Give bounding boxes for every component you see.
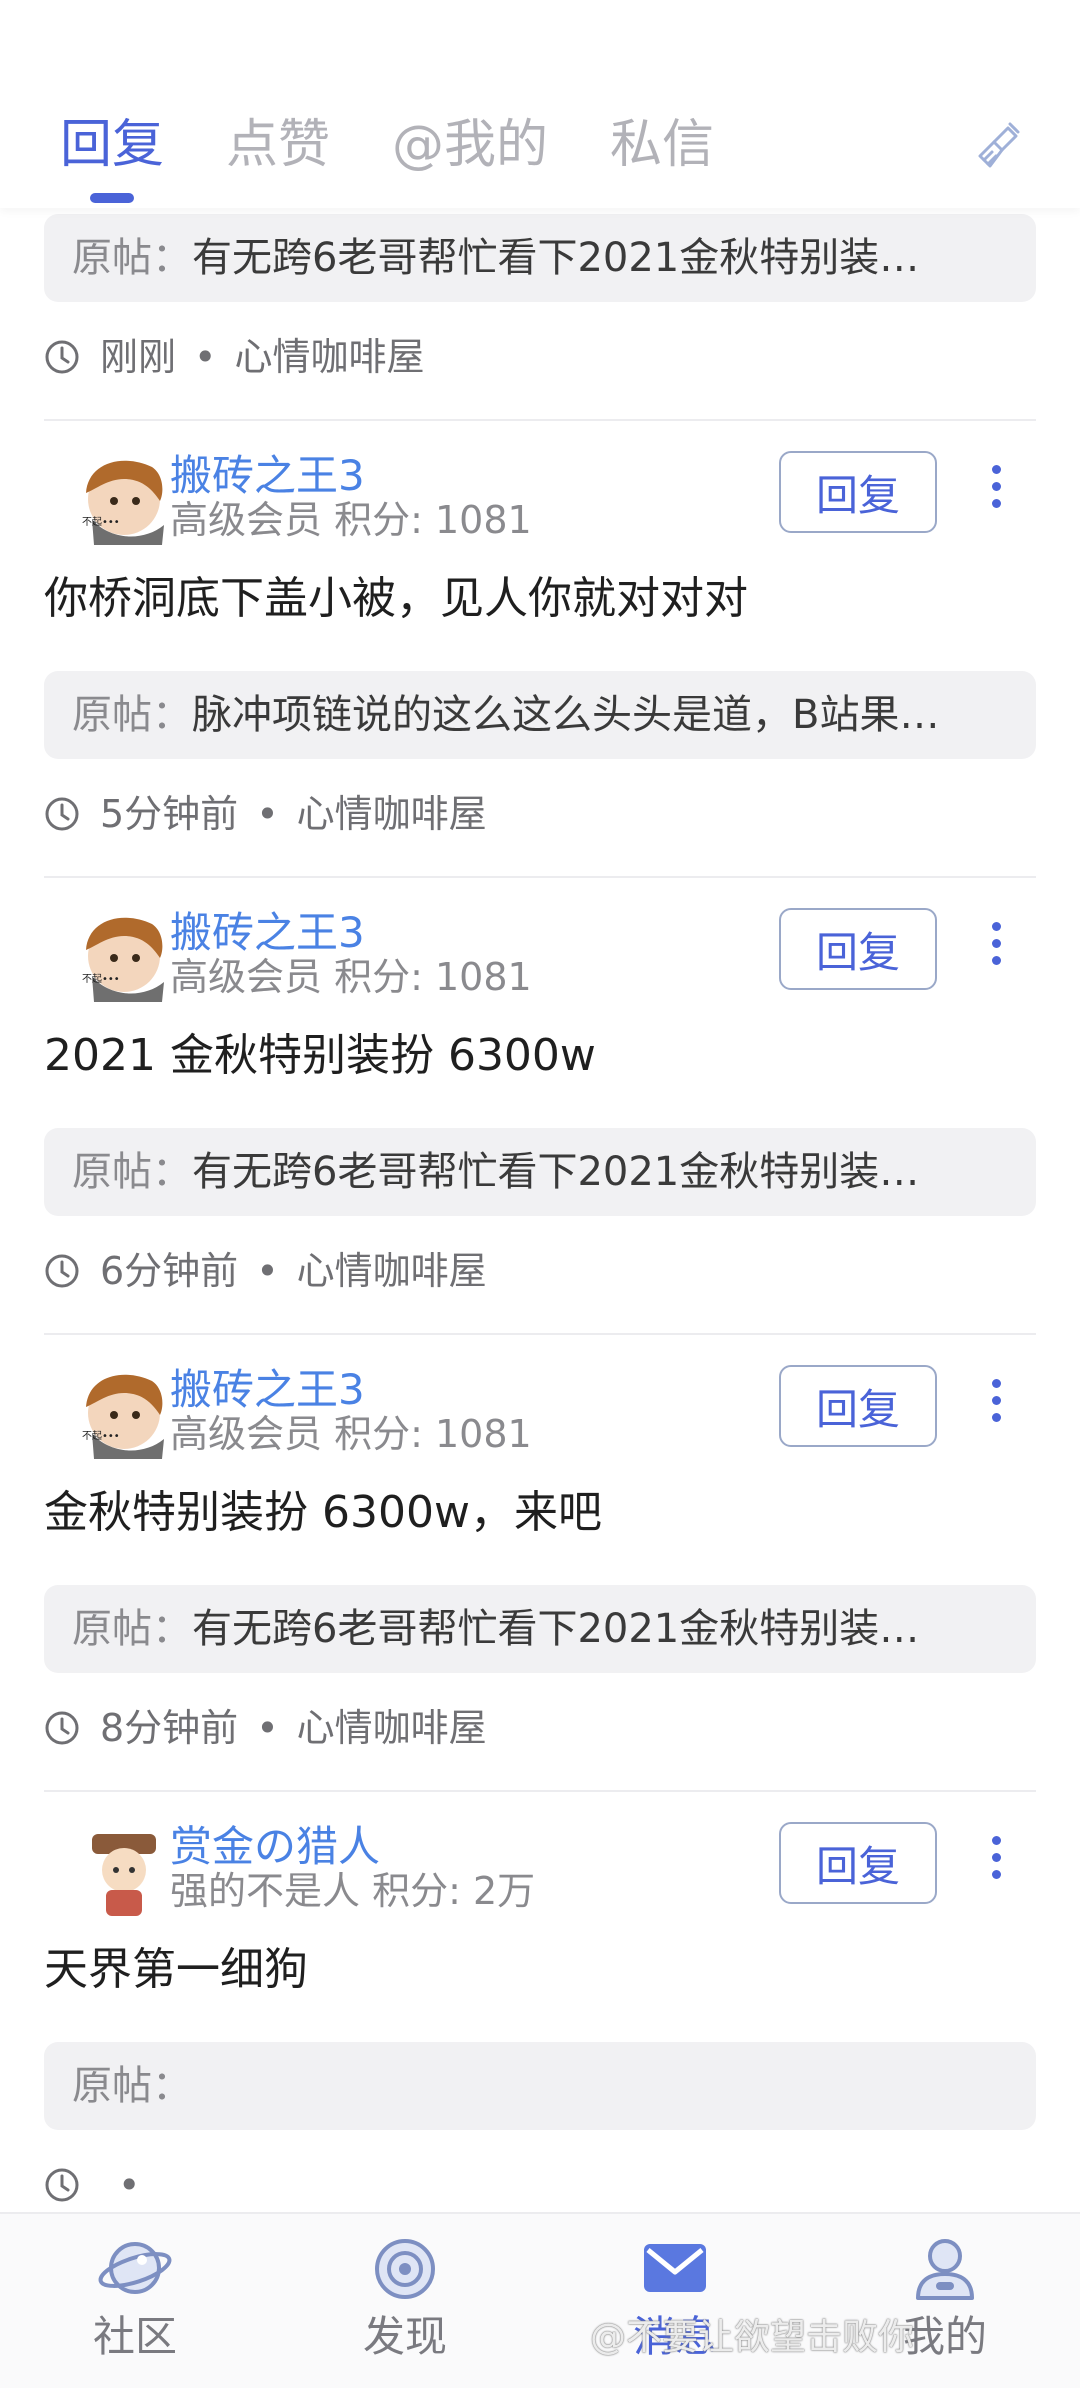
username[interactable]: 搬砖之王3	[170, 908, 365, 958]
username[interactable]: 搬砖之王3	[170, 451, 365, 501]
reply-card[interactable]: 不起••• 搬砖之王3 高级会员 积分: 1081 回复 2021 金秋特别装扮…	[44, 878, 1036, 1335]
nav-profile[interactable]: 我的	[810, 2214, 1080, 2388]
board-name[interactable]: 心情咖啡屋	[234, 334, 424, 380]
watermark: @不要让欲望击败你	[590, 2317, 915, 2358]
svg-text:不起•••: 不起•••	[82, 516, 120, 528]
tab-private-message[interactable]: 私信	[610, 115, 714, 175]
board-name[interactable]: 心情咖啡屋	[297, 1705, 487, 1751]
clock-icon	[45, 797, 79, 831]
reply-time: 8分钟前	[100, 1706, 239, 1750]
reply-card[interactable]: 不起••• 搬砖之王3 高级会员 积分: 1081 回复 金秋特别装扮 6300…	[44, 1335, 1036, 1792]
original-post-quote[interactable]: 原帖：有无跨6老哥帮忙看下2021金秋特别装…	[44, 1585, 1036, 1673]
reply-button[interactable]: 回复	[779, 1365, 937, 1447]
separator-dot: •	[256, 1706, 279, 1750]
clock-icon	[45, 340, 79, 374]
reply-content: 天界第一细狗	[44, 1944, 308, 1995]
reply-feed[interactable]: 不起••• 搬砖之王3 高级会员 积分: 1081 回复 磕个头看看 原帖：有无…	[0, 208, 1080, 2212]
reply-card[interactable]: 不起••• 搬砖之王3 高级会员 积分: 1081 回复 你桥洞底下盖小被，见人…	[44, 421, 1036, 878]
username[interactable]: 赏金の猎人	[170, 1822, 380, 1872]
reply-card[interactable]: 赏金の猎人 强的不是人 积分: 2万 回复 天界第一细狗 原帖： •	[44, 1792, 1036, 2212]
message-tabs: 回复 点赞 @我的 私信	[60, 115, 714, 203]
quote-label: 原帖：	[72, 692, 192, 738]
quote-label: 原帖：	[72, 1606, 192, 1652]
more-options-icon[interactable]	[984, 459, 1008, 523]
user-level: 高级会员 积分: 1081	[170, 498, 532, 542]
reply-meta: 8分钟前 • 心情咖啡屋	[44, 1705, 487, 1751]
tab-mentions[interactable]: @我的	[392, 115, 548, 175]
nav-discover-label: 发现	[362, 2312, 447, 2361]
quote-text: 脉冲项链说的这么这么头头是道，B站果…	[192, 692, 940, 738]
original-post-quote[interactable]: 原帖：	[44, 2042, 1036, 2130]
clock-icon	[45, 2168, 79, 2202]
separator-dot: •	[256, 792, 279, 836]
nav-messages[interactable]: 消息	[540, 2214, 810, 2388]
reply-time: 6分钟前	[100, 1249, 239, 1293]
original-post-quote[interactable]: 原帖：有无跨6老哥帮忙看下2021金秋特别装…	[44, 1128, 1036, 1216]
separator-dot: •	[256, 1249, 279, 1293]
user-level: 高级会员 积分: 1081	[170, 1412, 532, 1456]
reply-button[interactable]: 回复	[779, 908, 937, 990]
target-icon	[375, 2239, 435, 2299]
reply-content: 金秋特别装扮 6300w，来吧	[44, 1487, 602, 1538]
quote-label: 原帖：	[72, 2063, 192, 2109]
user-icon	[916, 2239, 974, 2300]
nav-profile-label: 我的	[902, 2312, 987, 2361]
tab-reply[interactable]: 回复	[60, 115, 164, 203]
reply-meta: 5分钟前 • 心情咖啡屋	[44, 791, 487, 837]
board-name[interactable]: 心情咖啡屋	[297, 791, 487, 837]
reply-time: 5分钟前	[100, 792, 239, 836]
reply-time: 刚刚	[100, 335, 177, 379]
reply-content: 2021 金秋特别装扮 6300w	[44, 1030, 596, 1081]
reply-card[interactable]: 不起••• 搬砖之王3 高级会员 积分: 1081 回复 磕个头看看 原帖：有无…	[44, 208, 1036, 421]
quote-text: 有无跨6老哥帮忙看下2021金秋特别装…	[192, 1149, 920, 1195]
svg-text:不起•••: 不起•••	[82, 973, 120, 985]
nav-discover[interactable]: 发现	[270, 2214, 540, 2388]
reply-meta: •	[44, 2162, 158, 2208]
reply-button[interactable]: 回复	[779, 451, 937, 533]
clock-icon	[45, 1711, 79, 1745]
planet-icon	[98, 2242, 172, 2294]
nav-community-label: 社区	[92, 2312, 177, 2361]
user-level: 高级会员 积分: 1081	[170, 955, 532, 999]
reply-meta: 刚刚 • 心情咖啡屋	[44, 334, 424, 380]
original-post-quote[interactable]: 原帖：脉冲项链说的这么这么头头是道，B站果…	[44, 671, 1036, 759]
reply-content: 你桥洞底下盖小被，见人你就对对对	[44, 573, 748, 624]
bottom-navigation: 社区 发现 消息 我的	[0, 2212, 1080, 2388]
nav-community[interactable]: 社区	[0, 2214, 270, 2388]
clock-icon	[45, 1254, 79, 1288]
mail-icon	[644, 2244, 706, 2292]
user-level: 强的不是人 积分: 2万	[170, 1869, 536, 1913]
reply-button[interactable]: 回复	[779, 1822, 937, 1904]
quote-label: 原帖：	[72, 1149, 192, 1195]
separator-dot: •	[194, 335, 217, 379]
top-header: 回复 点赞 @我的 私信	[0, 0, 1080, 208]
more-options-icon[interactable]	[984, 1830, 1008, 1894]
tab-likes[interactable]: 点赞	[226, 115, 330, 175]
svg-text:不起•••: 不起•••	[82, 1430, 120, 1442]
broom-icon[interactable]	[972, 118, 1028, 174]
more-options-icon[interactable]	[984, 916, 1008, 980]
quote-text: 有无跨6老哥帮忙看下2021金秋特别装…	[192, 235, 920, 281]
more-options-icon[interactable]	[984, 1373, 1008, 1437]
board-name[interactable]: 心情咖啡屋	[297, 1248, 487, 1294]
separator-dot: •	[118, 2163, 141, 2207]
quote-label: 原帖：	[72, 235, 192, 281]
original-post-quote[interactable]: 原帖：有无跨6老哥帮忙看下2021金秋特别装…	[44, 214, 1036, 302]
username[interactable]: 搬砖之王3	[170, 1365, 365, 1415]
quote-text: 有无跨6老哥帮忙看下2021金秋特别装…	[192, 1606, 920, 1652]
reply-meta: 6分钟前 • 心情咖啡屋	[44, 1248, 487, 1294]
